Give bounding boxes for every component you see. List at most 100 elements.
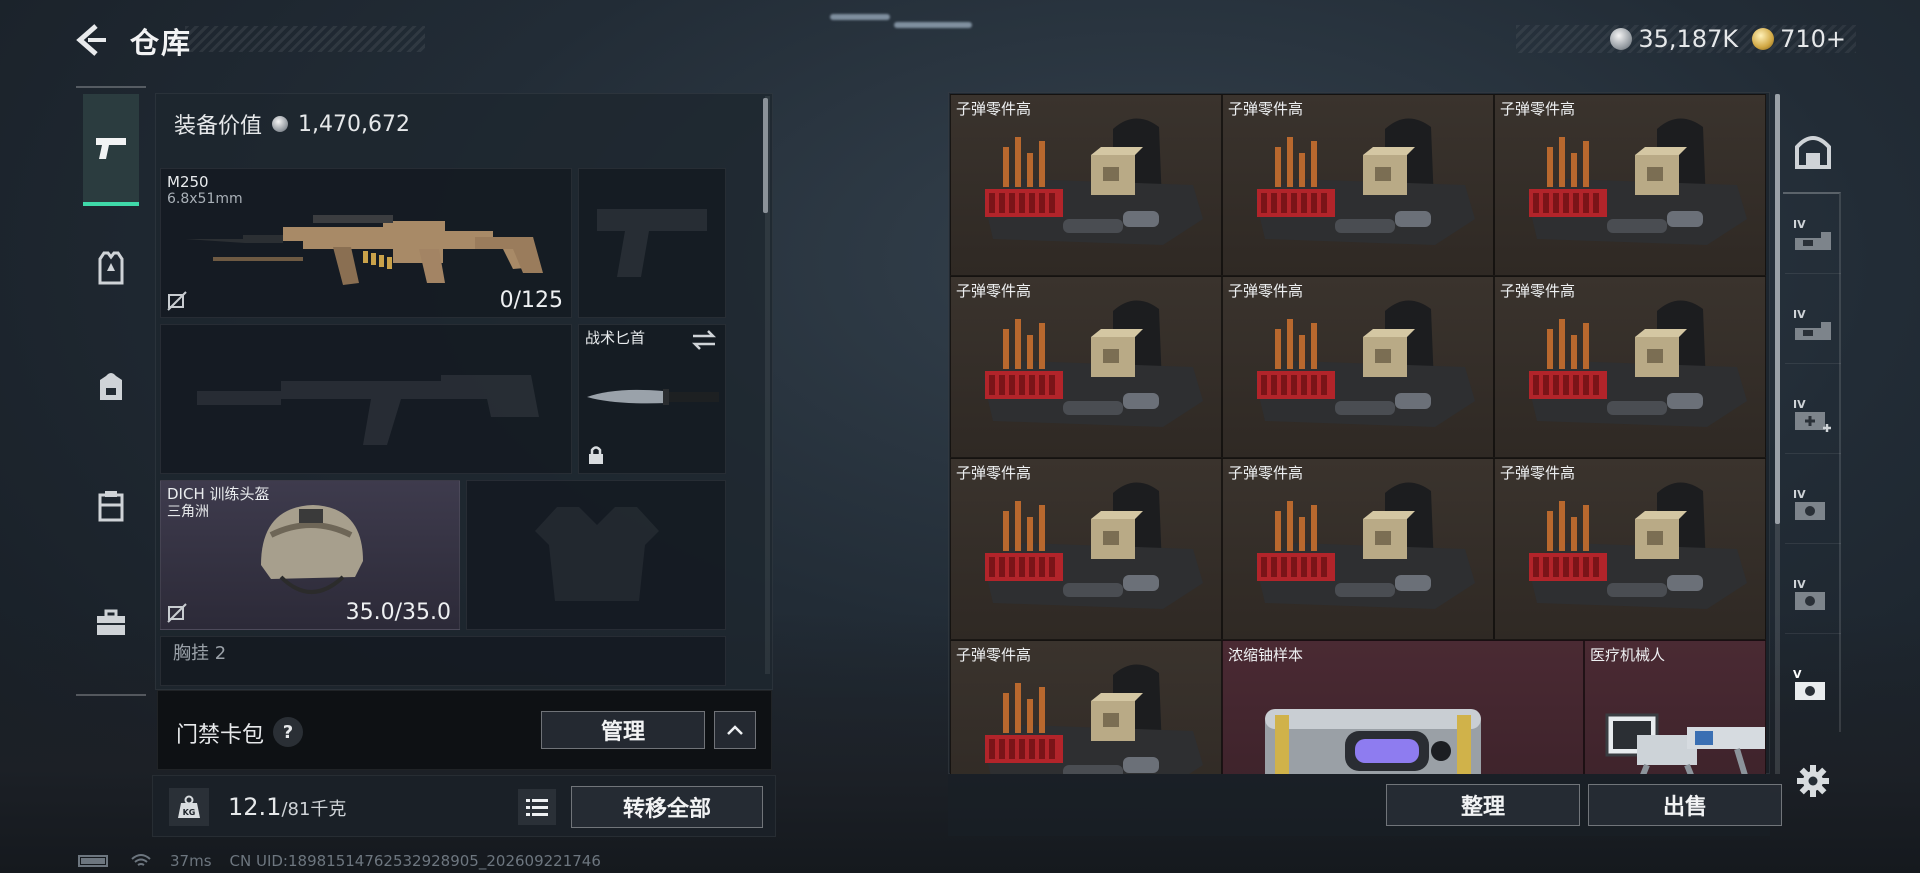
storage-item-ammo-parts[interactable]: 子弹零件高 — [1494, 94, 1766, 276]
chest-rig-label: 胸挂 2 — [173, 643, 227, 664]
top-bar: 仓库 35,187K 710+ — [0, 0, 1920, 80]
storage-item-ammo-parts[interactable]: 子弹零件高 — [950, 276, 1222, 458]
medical-robot-image — [1605, 713, 1765, 774]
currency-value: 710+ — [1780, 25, 1846, 53]
ammo-count: 0/125 — [499, 288, 563, 313]
helmet-slot[interactable]: DICH 训练头盔 三角洲 35.0/35.0 — [160, 480, 460, 630]
help-icon[interactable]: ? — [273, 717, 303, 747]
pistol-icon — [96, 138, 126, 159]
scroll-thumb[interactable] — [763, 98, 768, 213]
currency-silver[interactable]: 35,187K — [1610, 25, 1738, 53]
loadout-panel: 装备价值 1,470,672 M250 6.8x51mm 0/125 战术匕首 … — [155, 93, 773, 690]
backpack-icon — [100, 373, 122, 400]
no-insurance-icon — [167, 291, 187, 311]
primary-weapon-slot[interactable]: M250 6.8x51mm 0/125 — [160, 168, 572, 318]
transfer-all-button[interactable]: 转移全部 — [571, 786, 763, 828]
storage-item-robot[interactable]: 医疗机械人 — [1584, 640, 1766, 774]
storage-item-ammo-parts[interactable]: 子弹零件高 — [950, 458, 1222, 640]
rail-item-chest-rig[interactable] — [83, 476, 139, 536]
equipment-value-label: 装备价值 — [174, 114, 263, 139]
tab-storage-2[interactable]: IV — [1785, 294, 1841, 364]
no-insurance-icon — [167, 603, 187, 623]
tier-label: V — [1793, 668, 1802, 681]
currency-value: 35,187K — [1638, 25, 1739, 53]
pistol-slot[interactable] — [578, 168, 726, 318]
tier-label: IV — [1793, 488, 1806, 501]
chevron-up-icon — [727, 725, 743, 735]
ammo-parts-image — [1527, 118, 1747, 245]
kg-label: KG — [183, 808, 196, 817]
rifle-silhouette-icon — [197, 375, 539, 445]
tab-storage-safe-3[interactable]: V — [1785, 654, 1841, 724]
armor-vest-icon — [98, 251, 124, 285]
storage-item-ammo-parts[interactable]: 子弹零件高 — [1222, 94, 1494, 276]
storage-tier-group: IV IV IV IV IV V — [1783, 192, 1841, 732]
title-decoration — [185, 26, 425, 52]
currency-gold[interactable]: 710+ — [1752, 25, 1846, 53]
manage-button[interactable]: 管理 — [541, 711, 705, 749]
briefcase-icon — [97, 609, 125, 635]
helmet-image — [261, 505, 363, 594]
weight-current: 12.1 — [228, 793, 282, 821]
storage-grid: 子弹零件高 子弹零件高 子弹零件高 子弹零件高 子弹零件高 子弹零件高 子弹零件高 子弹零件高… — [950, 94, 1768, 774]
user-id: CN UID:18981514762532928905_202609221746 — [229, 852, 601, 870]
storage-item-ammo-parts[interactable]: 子弹零件高 — [950, 94, 1222, 276]
ammo-parts-image — [1255, 482, 1475, 609]
item-name: 浓缩铀样本 — [1228, 646, 1304, 664]
sell-button[interactable]: 出售 — [1588, 784, 1782, 826]
battery-icon — [78, 855, 108, 867]
wifi-icon — [131, 854, 151, 866]
sort-button[interactable]: 整理 — [1386, 784, 1580, 826]
back-arrow-icon — [76, 24, 106, 56]
loadout-scrollbar[interactable] — [763, 96, 770, 674]
rail-item-weapons[interactable] — [83, 94, 139, 206]
helmet-durability: 35.0/35.0 — [345, 600, 451, 625]
tab-storage-safe-2[interactable]: IV — [1785, 564, 1841, 634]
list-icon — [526, 799, 548, 816]
ammo-parts-image — [1527, 482, 1747, 609]
tab-vault[interactable] — [1785, 116, 1841, 186]
storage-item-ammo-parts[interactable]: 子弹零件高 — [1494, 458, 1766, 640]
rail-item-backpack[interactable] — [83, 356, 139, 416]
secondary-weapon-slot[interactable] — [160, 324, 572, 474]
rail-item-armor[interactable] — [83, 238, 139, 298]
storage-item-ammo-parts[interactable]: 子弹零件高 — [1222, 458, 1494, 640]
ammo-parts-image — [1255, 118, 1475, 245]
storage-scrollbar[interactable] — [1775, 94, 1780, 774]
tab-storage-safe-1[interactable]: IV — [1785, 474, 1841, 544]
storage-item-ammo-parts[interactable]: 子弹零件高 — [950, 640, 1222, 774]
uranium-canister-image — [1265, 709, 1481, 774]
settings-button[interactable] — [1785, 746, 1841, 816]
rail-item-case[interactable] — [83, 593, 139, 653]
chest-rig-icon — [98, 491, 124, 522]
body-armor-slot[interactable] — [466, 480, 726, 630]
gear-icon — [1797, 765, 1829, 797]
weapon-name: M250 — [167, 173, 209, 191]
scroll-thumb[interactable] — [1775, 94, 1780, 524]
tab-storage-medical[interactable]: IV — [1785, 384, 1841, 454]
tab-storage-1[interactable]: IV — [1785, 204, 1841, 274]
storage-tab-rail: IV IV IV IV IV V — [1783, 96, 1843, 836]
back-button[interactable] — [74, 22, 110, 58]
kg-weight-icon: KG — [178, 795, 200, 818]
swap-icon[interactable] — [691, 329, 717, 351]
weight-max: /81千克 — [281, 799, 347, 820]
storage-item-ammo-parts[interactable]: 子弹零件高 — [1222, 276, 1494, 458]
tier-label: IV — [1793, 578, 1806, 591]
tier-label: IV — [1793, 218, 1806, 231]
vault-icon — [1795, 136, 1831, 169]
combat-knife-image — [587, 389, 719, 405]
helmet-faction: 三角洲 — [167, 504, 209, 520]
list-view-button[interactable] — [518, 789, 556, 825]
expand-button[interactable] — [714, 711, 756, 749]
currency-bar: 35,187K 710+ — [1516, 25, 1856, 53]
machine-gun-image — [185, 215, 543, 285]
lock-icon — [589, 446, 603, 464]
equipment-value-amount: 1,470,672 — [298, 111, 410, 137]
chest-rig-slot[interactable]: 胸挂 2 — [160, 636, 726, 686]
melee-name: 战术匕首 — [585, 329, 646, 347]
storage-item-ammo-parts[interactable]: 子弹零件高 — [1494, 276, 1766, 458]
equipment-category-rail — [76, 86, 146, 696]
storage-item-uranium[interactable]: 浓缩铀样本 — [1222, 640, 1584, 774]
melee-slot[interactable]: 战术匕首 — [578, 324, 726, 474]
